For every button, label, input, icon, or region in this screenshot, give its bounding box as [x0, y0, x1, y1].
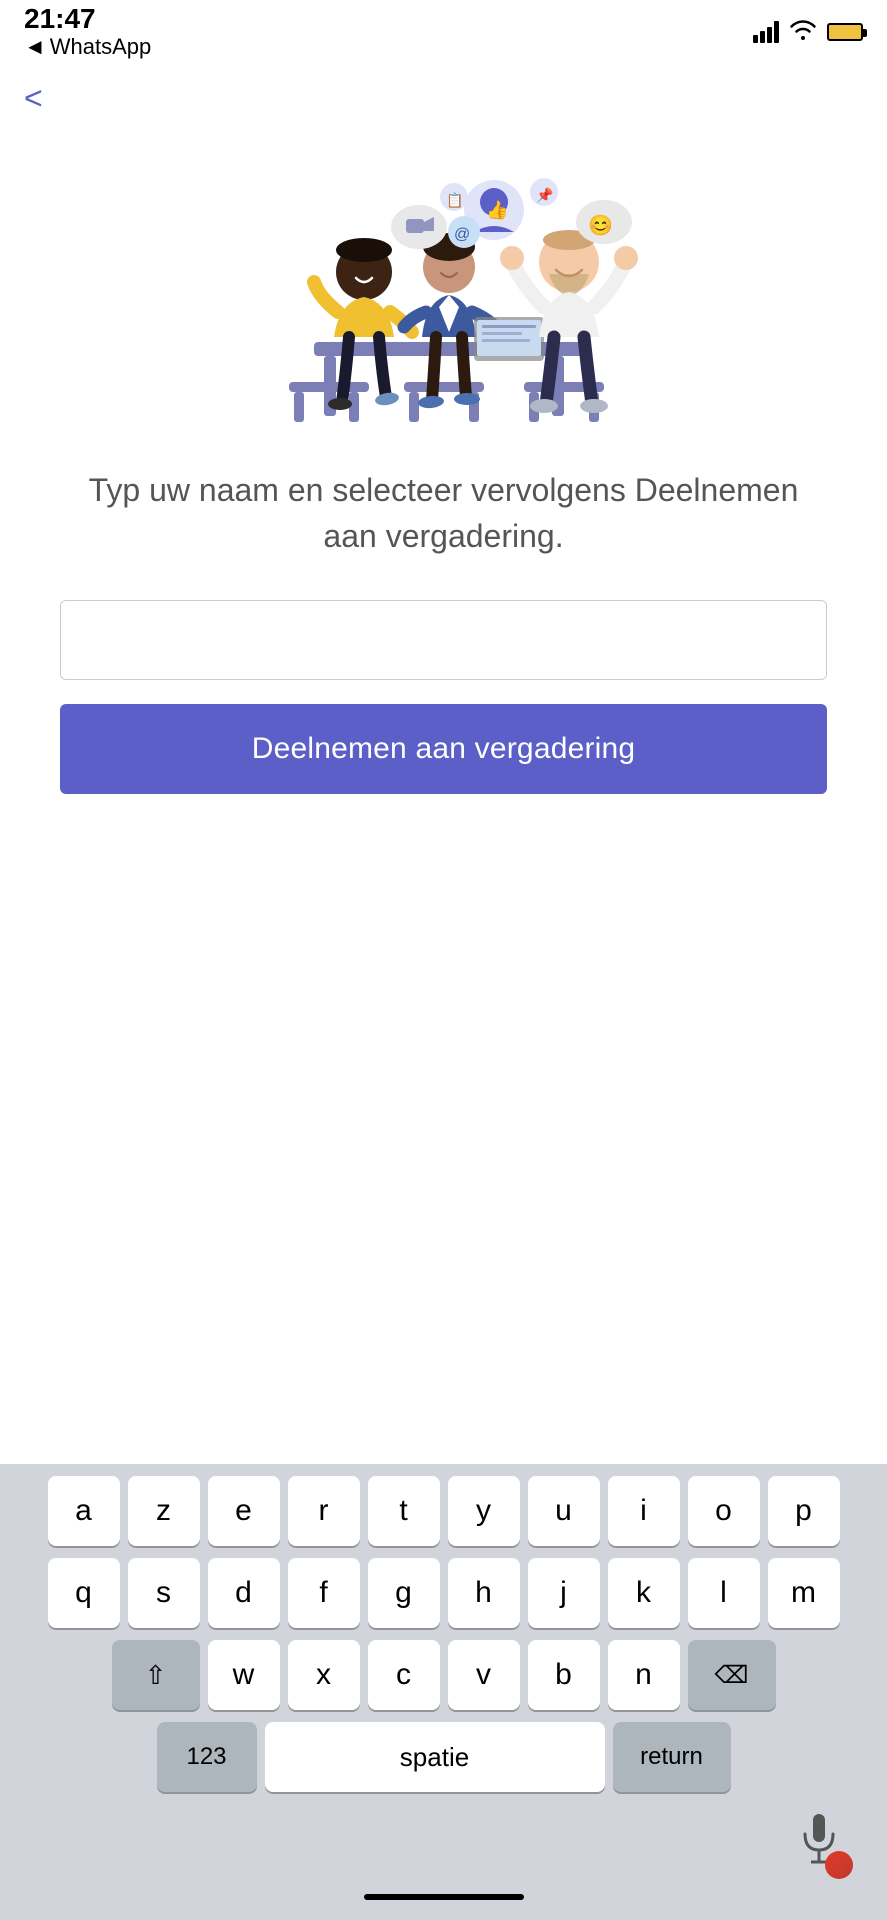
key-t[interactable]: t — [368, 1476, 440, 1546]
svg-text:📌: 📌 — [536, 186, 554, 204]
keyboard: a z e r t y u i o p q s d f g h j k l m … — [0, 1464, 887, 1920]
key-v[interactable]: v — [448, 1640, 520, 1710]
key-j[interactable]: j — [528, 1558, 600, 1628]
wifi-icon — [789, 18, 817, 46]
instruction-text: Typ uw naam en selecteer vervolgens Deel… — [60, 467, 827, 560]
key-g[interactable]: g — [368, 1558, 440, 1628]
illustration-area: 👍 😊 📋 📌 @ — [0, 127, 887, 467]
svg-text:📋: 📋 — [446, 192, 463, 209]
key-b[interactable]: b — [528, 1640, 600, 1710]
numbers-key[interactable]: 123 — [157, 1722, 257, 1792]
key-i[interactable]: i — [608, 1476, 680, 1546]
home-bar — [364, 1894, 524, 1900]
key-q[interactable]: q — [48, 1558, 120, 1628]
key-s[interactable]: s — [128, 1558, 200, 1628]
join-meeting-button[interactable]: Deelnemen aan vergadering — [60, 704, 827, 794]
key-k[interactable]: k — [608, 1558, 680, 1628]
name-input[interactable] — [60, 600, 827, 680]
keyboard-row-1: a z e r t y u i o p — [6, 1476, 881, 1546]
back-arrow-small: ◄ — [24, 34, 46, 60]
key-y[interactable]: y — [448, 1476, 520, 1546]
microphone-icon[interactable] — [797, 1810, 841, 1875]
key-e[interactable]: e — [208, 1476, 280, 1546]
key-p[interactable]: p — [768, 1476, 840, 1546]
key-z[interactable]: z — [128, 1476, 200, 1546]
key-f[interactable]: f — [288, 1558, 360, 1628]
return-key[interactable]: return — [613, 1722, 731, 1792]
status-whatsapp: ◄ WhatsApp — [24, 34, 151, 60]
key-n[interactable]: n — [608, 1640, 680, 1710]
key-a[interactable]: a — [48, 1476, 120, 1546]
back-chevron-icon[interactable]: < — [24, 80, 43, 116]
key-r[interactable]: r — [288, 1476, 360, 1546]
key-c[interactable]: c — [368, 1640, 440, 1710]
key-u[interactable]: u — [528, 1476, 600, 1546]
svg-text:👍: 👍 — [486, 199, 508, 220]
key-l[interactable]: l — [688, 1558, 760, 1628]
back-button[interactable]: < — [0, 70, 887, 127]
battery-icon — [827, 23, 863, 41]
key-d[interactable]: d — [208, 1558, 280, 1628]
shift-key[interactable]: ⇧ — [112, 1640, 200, 1710]
status-time: 21:47 — [24, 4, 151, 35]
status-right — [753, 18, 863, 46]
svg-text:😊: 😊 — [588, 214, 613, 237]
meeting-illustration: 👍 😊 📋 📌 @ — [234, 142, 654, 442]
svg-text:@: @ — [454, 226, 470, 243]
key-o[interactable]: o — [688, 1476, 760, 1546]
keyboard-row-3: ⇧ w x c v b n ⌫ — [6, 1640, 881, 1710]
delete-key[interactable]: ⌫ — [688, 1640, 776, 1710]
main-content: Typ uw naam en selecteer vervolgens Deel… — [0, 467, 887, 794]
status-left: 21:47 ◄ WhatsApp — [24, 4, 151, 61]
signal-bars-icon — [753, 21, 779, 43]
o365-badge — [825, 1851, 853, 1879]
keyboard-row-2: q s d f g h j k l m — [6, 1558, 881, 1628]
key-w[interactable]: w — [208, 1640, 280, 1710]
status-bar: 21:47 ◄ WhatsApp — [0, 0, 887, 60]
home-bar-area — [6, 1882, 881, 1920]
key-h[interactable]: h — [448, 1558, 520, 1628]
keyboard-row-bottom: 123 spatie return — [6, 1722, 881, 1792]
space-key[interactable]: spatie — [265, 1722, 605, 1792]
key-m[interactable]: m — [768, 1558, 840, 1628]
key-x[interactable]: x — [288, 1640, 360, 1710]
